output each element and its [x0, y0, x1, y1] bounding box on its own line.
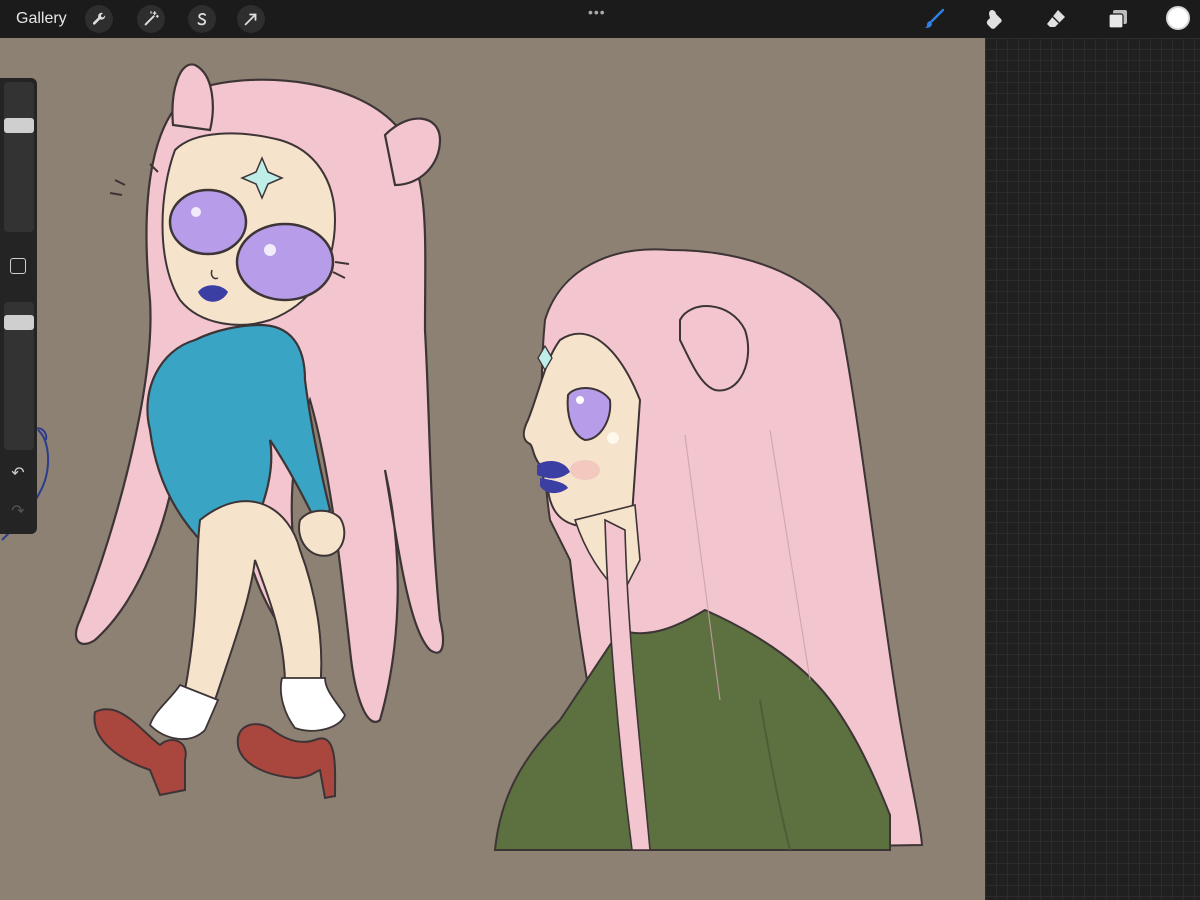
selection-s-icon[interactable] — [188, 5, 216, 33]
workspace-grid — [985, 38, 1200, 900]
magic-wand-icon[interactable] — [137, 5, 165, 33]
layers-icon[interactable] — [1105, 6, 1131, 32]
more-options-button[interactable]: ••• — [588, 4, 606, 20]
gallery-button[interactable]: Gallery — [16, 10, 67, 28]
chibi-character — [74, 63, 445, 800]
drawing-canvas[interactable] — [0, 38, 985, 900]
eraser-icon[interactable] — [1043, 6, 1069, 32]
chibi-right-shoe — [236, 723, 337, 800]
chibi-left-eye — [168, 188, 248, 256]
brush-size-thumb[interactable] — [4, 118, 34, 134]
artwork — [1, 63, 924, 852]
brush-icon[interactable] — [921, 6, 947, 32]
smudge-icon[interactable] — [981, 6, 1007, 32]
left-sidebar: ↶ ↷ — [0, 78, 37, 534]
bust-character — [493, 248, 924, 852]
undo-icon[interactable]: ↶ — [8, 464, 28, 484]
wrench-icon[interactable] — [85, 5, 113, 33]
chibi-right-eye — [235, 222, 335, 302]
brush-size-slider[interactable] — [4, 82, 34, 232]
top-toolbar: Gallery ••• — [0, 0, 1200, 38]
transform-arrow-icon[interactable] — [237, 5, 265, 33]
modify-button[interactable] — [10, 258, 26, 274]
opacity-thumb[interactable] — [4, 315, 34, 331]
color-swatch[interactable] — [1166, 6, 1190, 30]
redo-icon[interactable]: ↷ — [8, 502, 28, 522]
